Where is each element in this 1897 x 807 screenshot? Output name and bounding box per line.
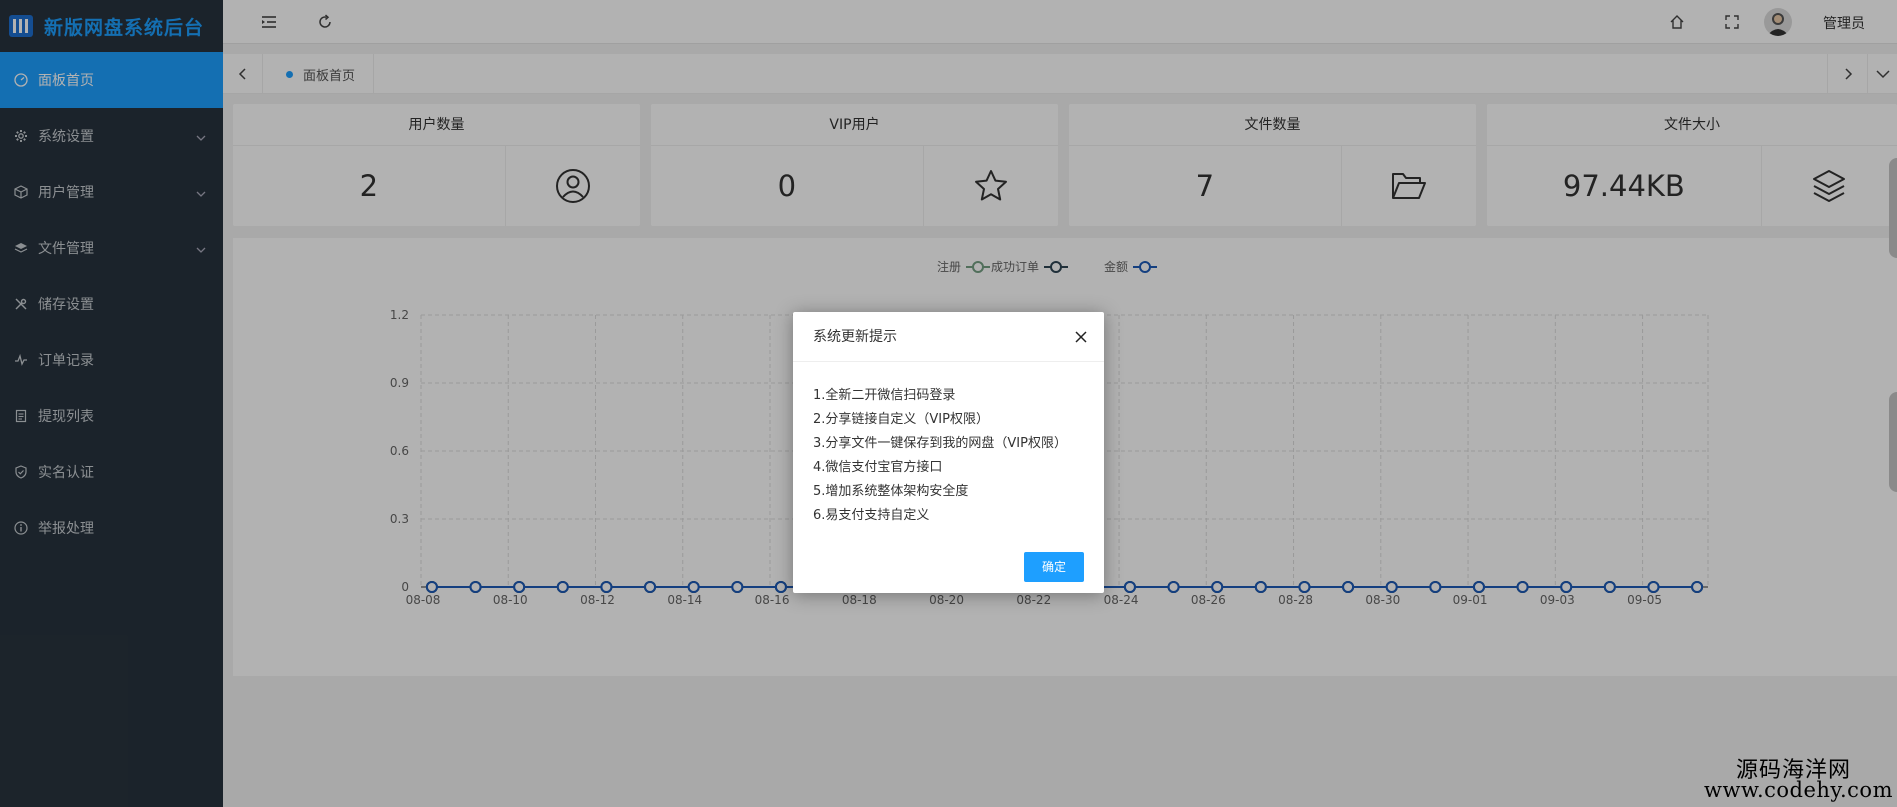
dialog-body: 1.全新二开微信扫码登录 2.分享链接自定义（VIP权限） 3.分享文件一键保存… (793, 362, 1104, 528)
side-handle-top[interactable] (1889, 158, 1897, 258)
dialog-line: 3.分享文件一键保存到我的网盘（VIP权限） (813, 436, 1067, 451)
watermark-url: www.codehy.com (1704, 778, 1893, 802)
close-icon[interactable] (1072, 328, 1090, 346)
side-handle-bottom[interactable] (1889, 392, 1897, 492)
confirm-button[interactable]: 确定 (1024, 552, 1084, 582)
dialog-line: 5.增加系统整体架构安全度 (813, 484, 969, 499)
dialog-line: 4.微信支付宝官方接口 (813, 460, 943, 475)
update-dialog: 系统更新提示 1.全新二开微信扫码登录 2.分享链接自定义（VIP权限） 3.分… (793, 312, 1104, 593)
dialog-line: 6.易支付支持自定义 (813, 508, 930, 523)
dialog-title: 系统更新提示 (793, 312, 1104, 362)
dialog-line: 2.分享链接自定义（VIP权限） (813, 412, 989, 427)
dialog-line: 1.全新二开微信扫码登录 (813, 388, 956, 403)
